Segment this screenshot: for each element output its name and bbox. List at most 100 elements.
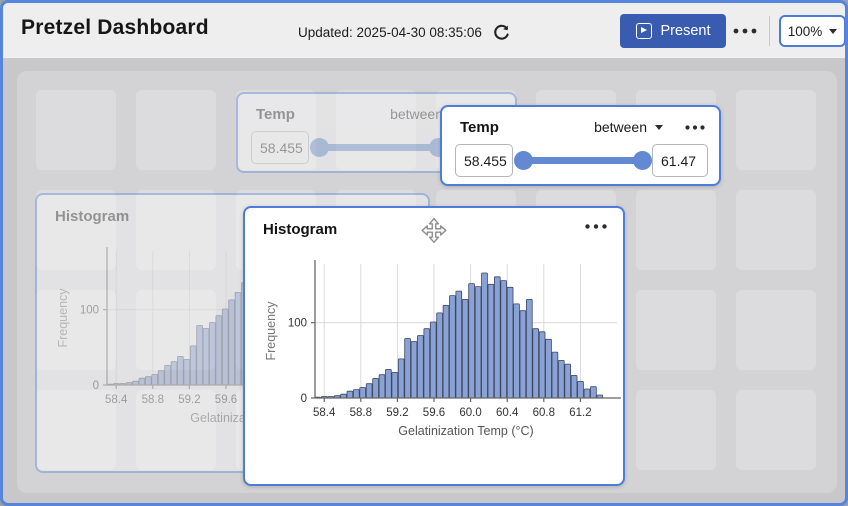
slider-handle-min[interactable] bbox=[514, 151, 533, 170]
histogram-bar bbox=[475, 287, 481, 398]
x-tick-label: 58.4 bbox=[105, 394, 128, 406]
more-menu-icon[interactable] bbox=[732, 23, 758, 39]
updated-timestamp: Updated: 2025-04-30 08:35:06 bbox=[298, 25, 482, 40]
y-tick-label: 100 bbox=[288, 318, 307, 330]
histogram-bar bbox=[443, 305, 449, 398]
y-tick-label: 0 bbox=[301, 393, 307, 405]
histogram-bar bbox=[145, 377, 151, 385]
histogram-bar bbox=[197, 326, 203, 386]
updated-group: Updated: 2025-04-30 08:35:06 bbox=[298, 21, 513, 43]
range-slider[interactable] bbox=[516, 144, 649, 177]
histogram-bar bbox=[437, 313, 443, 398]
slider-fill bbox=[319, 144, 445, 151]
histogram-bar bbox=[210, 323, 216, 386]
more-menu-icon[interactable] bbox=[585, 224, 607, 229]
histogram-bar bbox=[584, 389, 590, 398]
grid-placeholder-cell bbox=[636, 290, 716, 370]
x-tick-label: 58.8 bbox=[350, 407, 372, 419]
histogram-bar bbox=[158, 371, 164, 385]
histogram-bar bbox=[366, 384, 372, 398]
x-tick-label: 59.6 bbox=[423, 407, 445, 419]
page-title: Pretzel Dashboard bbox=[21, 16, 209, 40]
grid-placeholder-cell bbox=[136, 90, 216, 170]
histogram-bar bbox=[418, 336, 424, 399]
x-axis-label: Gelatinization Temp (°C) bbox=[398, 424, 533, 438]
histogram-bar bbox=[152, 375, 158, 386]
histogram-bar bbox=[171, 362, 177, 385]
histogram-bar bbox=[546, 339, 552, 398]
histogram-chart: 58.458.859.259.660.060.460.861.20100Gela… bbox=[245, 252, 627, 488]
histogram-bar bbox=[462, 299, 468, 398]
histogram-bar bbox=[229, 300, 235, 385]
temp-card-title: Temp bbox=[256, 106, 295, 123]
histogram-bar bbox=[571, 375, 577, 398]
present-button[interactable]: Present bbox=[620, 14, 726, 48]
histogram-bar bbox=[411, 342, 417, 399]
min-value-input[interactable] bbox=[455, 144, 513, 177]
y-tick-label: 100 bbox=[80, 305, 99, 317]
histogram-bar bbox=[430, 322, 436, 398]
grid-placeholder-cell bbox=[636, 190, 716, 270]
histogram-bar bbox=[456, 291, 462, 398]
refresh-icon[interactable] bbox=[491, 21, 513, 43]
histogram-bar bbox=[178, 356, 184, 385]
temp-card-title: Temp bbox=[460, 119, 499, 136]
x-tick-label: 58.8 bbox=[142, 394, 164, 406]
play-icon bbox=[636, 23, 652, 39]
present-label: Present bbox=[661, 23, 711, 39]
divider bbox=[769, 16, 770, 46]
x-tick-label: 59.6 bbox=[215, 394, 237, 406]
histogram-bar bbox=[494, 277, 500, 398]
temp-card-header: Temp between bbox=[460, 117, 705, 137]
x-tick-label: 58.4 bbox=[313, 407, 336, 419]
histogram-bar bbox=[353, 390, 359, 398]
histogram-bar bbox=[539, 332, 545, 398]
histogram-bar bbox=[520, 311, 526, 398]
slider-fill bbox=[523, 157, 649, 164]
histogram-bar bbox=[552, 352, 558, 398]
histogram-bar bbox=[360, 388, 366, 399]
header: Pretzel Dashboard Updated: 2025-04-30 08… bbox=[3, 3, 845, 59]
histogram-bar bbox=[386, 369, 392, 398]
x-tick-label: 59.2 bbox=[178, 394, 200, 406]
histogram-bar bbox=[235, 292, 241, 385]
operator-value: between bbox=[390, 106, 443, 122]
y-axis-label: Frequency bbox=[56, 288, 70, 348]
histogram-bar bbox=[578, 381, 584, 398]
histogram-bar bbox=[507, 287, 513, 398]
operator-dropdown[interactable]: between bbox=[594, 119, 663, 135]
histogram-bar bbox=[203, 329, 209, 386]
histogram-bar bbox=[379, 375, 385, 398]
histogram-bar bbox=[591, 387, 597, 398]
y-tick-label: 0 bbox=[93, 380, 99, 392]
zoom-level-dropdown[interactable]: 100% bbox=[779, 15, 846, 47]
histogram-bar bbox=[392, 372, 398, 398]
grid-placeholder-cell bbox=[736, 390, 816, 470]
histogram-bar bbox=[482, 273, 488, 398]
histogram-bar bbox=[405, 339, 411, 399]
x-tick-label: 61.2 bbox=[569, 407, 591, 419]
histogram-card-title: Histogram bbox=[55, 208, 129, 225]
grid-placeholder-cell bbox=[636, 390, 716, 470]
histogram-bar bbox=[514, 304, 520, 398]
x-tick-label: 59.2 bbox=[386, 407, 408, 419]
histogram-bar bbox=[184, 359, 190, 385]
slider-handle-max[interactable] bbox=[633, 151, 652, 170]
grid-placeholder-cell bbox=[736, 90, 816, 170]
max-value-input[interactable] bbox=[652, 144, 708, 177]
histogram-bar bbox=[488, 284, 494, 398]
histogram-bar bbox=[216, 316, 222, 385]
more-menu-icon[interactable] bbox=[685, 125, 705, 130]
move-drag-icon[interactable] bbox=[420, 217, 448, 245]
histogram-bar bbox=[347, 391, 353, 398]
grid-placeholder-cell bbox=[36, 90, 116, 170]
histogram-card-title: Histogram bbox=[263, 221, 337, 238]
histogram-bar bbox=[424, 329, 430, 398]
min-value-input bbox=[251, 131, 309, 164]
zoom-level-value: 100% bbox=[788, 24, 823, 39]
y-axis-label: Frequency bbox=[264, 301, 278, 361]
range-slider bbox=[312, 131, 445, 164]
chevron-down-icon bbox=[829, 29, 837, 34]
slider-handle-min bbox=[310, 138, 329, 157]
histogram-bar bbox=[139, 378, 145, 385]
